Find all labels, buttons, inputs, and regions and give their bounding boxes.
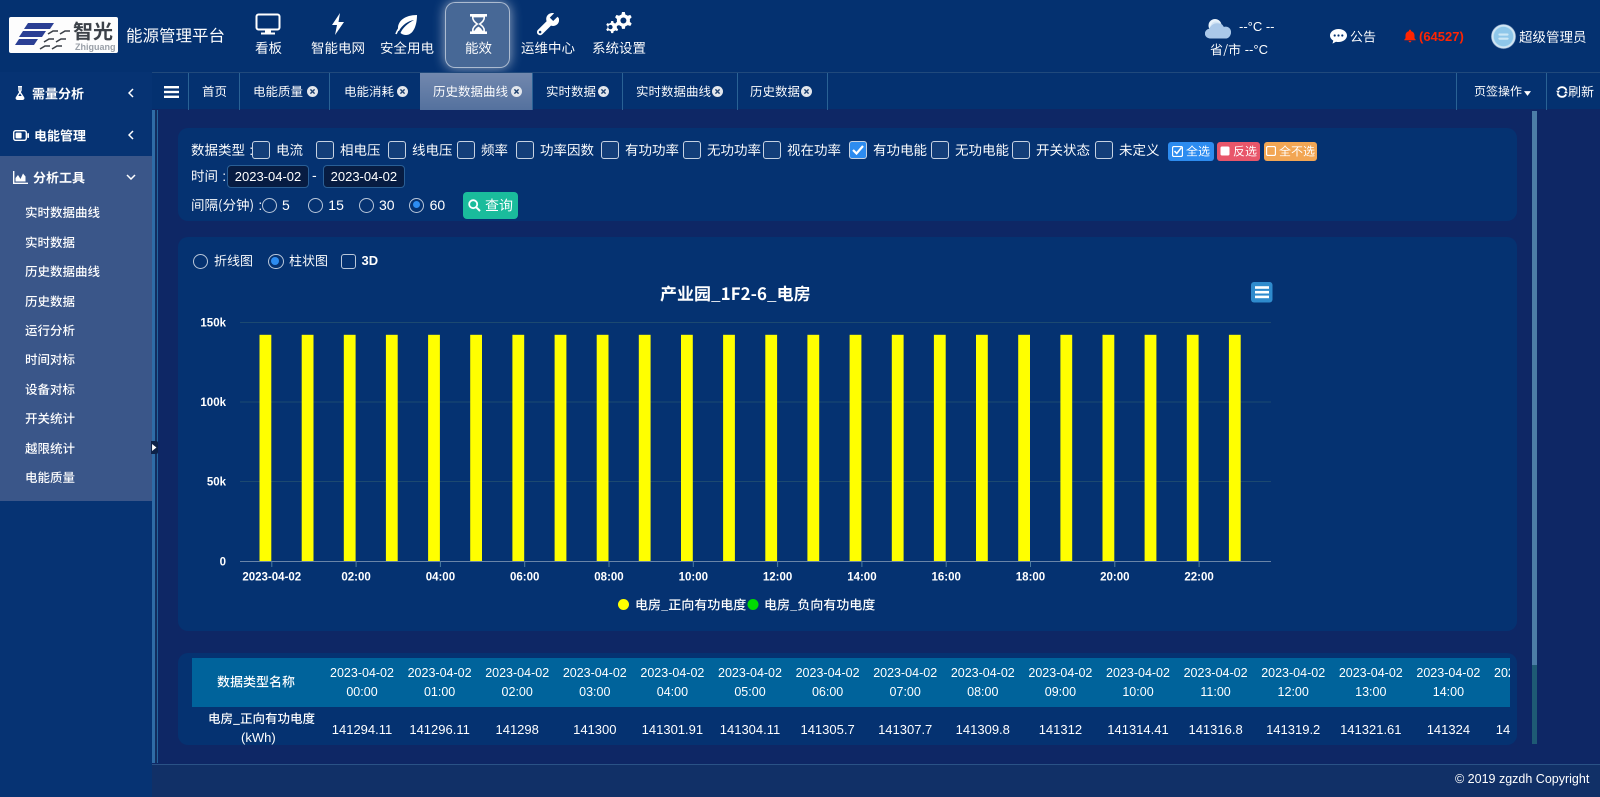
- svg-text:04:00: 04:00: [426, 572, 455, 584]
- svg-text:150k: 150k: [200, 318, 226, 330]
- svg-text:02:00: 02:00: [341, 572, 370, 584]
- svg-text:18:00: 18:00: [1016, 572, 1045, 584]
- svg-text:08:00: 08:00: [594, 572, 623, 584]
- svg-text:16:00: 16:00: [931, 572, 960, 584]
- svg-text:22:00: 22:00: [1184, 572, 1213, 584]
- svg-text:0: 0: [220, 557, 226, 569]
- svg-text:2023-04-02: 2023-04-02: [242, 572, 301, 584]
- svg-text:06:00: 06:00: [510, 572, 539, 584]
- svg-text:50k: 50k: [207, 477, 227, 489]
- svg-text:100k: 100k: [200, 397, 226, 409]
- svg-text:14:00: 14:00: [847, 572, 876, 584]
- svg-text:20:00: 20:00: [1100, 572, 1129, 584]
- svg-text:12:00: 12:00: [763, 572, 792, 584]
- svg-text:10:00: 10:00: [679, 572, 708, 584]
